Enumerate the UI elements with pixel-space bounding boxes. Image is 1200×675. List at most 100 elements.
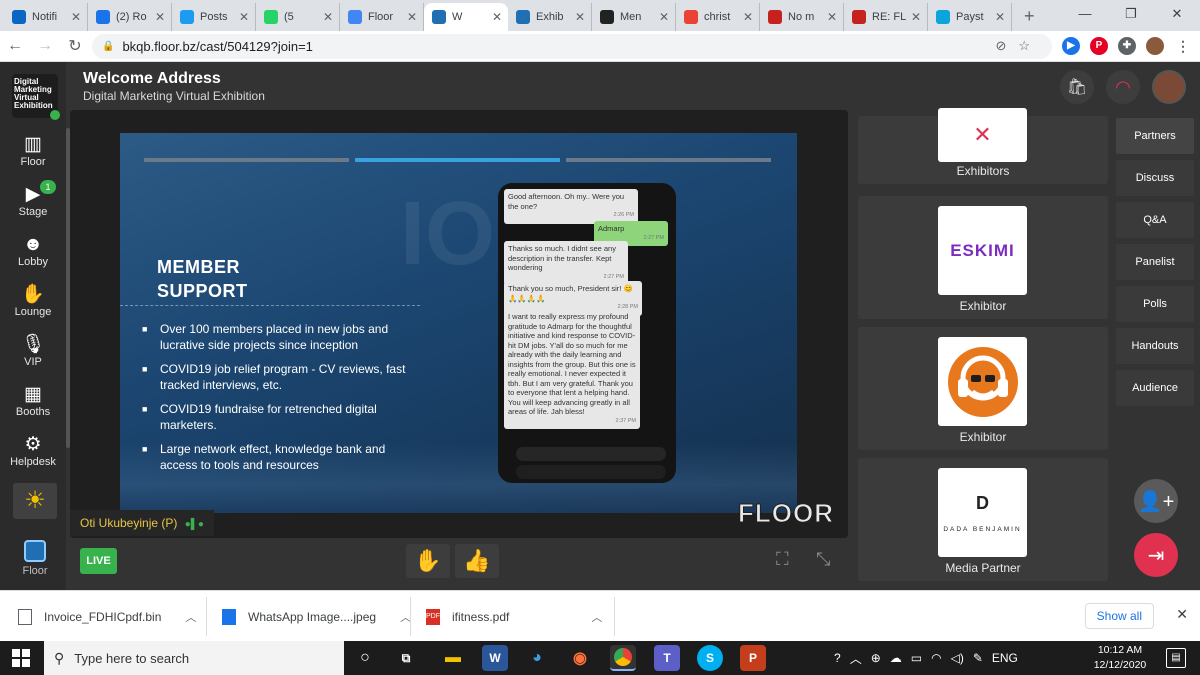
firefox-icon[interactable]: ◉ bbox=[567, 645, 593, 671]
browser-tab[interactable]: Men ✕ bbox=[592, 3, 676, 31]
show-hidden-icons[interactable]: ︿ bbox=[850, 650, 862, 667]
bookmark-star-icon[interactable]: ⊘☆ bbox=[995, 38, 1042, 54]
nav-item-vip[interactable]: 🎙 VIP bbox=[0, 334, 66, 368]
pinterest-extension-icon[interactable]: P bbox=[1090, 37, 1108, 55]
pen-icon[interactable]: ✎ bbox=[973, 651, 983, 665]
add-user-button[interactable]: 👤+ bbox=[1134, 479, 1178, 523]
chrome-icon[interactable] bbox=[610, 645, 636, 671]
download-item[interactable]: Invoice_FDHICpdf.bin ︿ bbox=[18, 591, 196, 642]
close-window-icon[interactable]: ✕ bbox=[1154, 0, 1200, 28]
zoom-extension-icon[interactable]: ▶ bbox=[1062, 37, 1080, 55]
cortana-icon[interactable]: ○ bbox=[352, 645, 378, 671]
taskbar-search[interactable]: ⚲ Type here to search bbox=[44, 641, 344, 675]
skype-icon[interactable]: S bbox=[697, 645, 723, 671]
language-indicator[interactable]: ENG bbox=[992, 651, 1018, 665]
close-tab-icon[interactable]: ✕ bbox=[659, 10, 669, 24]
close-tab-icon[interactable]: ✕ bbox=[827, 10, 837, 24]
lock-icon[interactable]: 🔒 bbox=[102, 41, 114, 52]
sponsor-card[interactable]: Exhibitor bbox=[858, 327, 1108, 450]
browser-tab[interactable]: (2) Ro ✕ bbox=[88, 3, 172, 31]
close-tab-icon[interactable]: ✕ bbox=[323, 10, 333, 24]
close-tab-icon[interactable]: ✕ bbox=[492, 10, 502, 24]
download-item[interactable]: WhatsApp Image....jpeg ︿ bbox=[222, 591, 411, 642]
browser-tab[interactable]: RE: FL ✕ bbox=[844, 3, 928, 31]
sponsor-card[interactable]: ESKIMI Exhibitor bbox=[858, 196, 1108, 319]
download-item[interactable]: PDF ifitness.pdf ︿ bbox=[426, 591, 602, 642]
new-tab-icon[interactable]: + bbox=[1024, 6, 1035, 27]
fullscreen-icon[interactable]: ⛶ bbox=[776, 549, 789, 570]
raise-hand-button[interactable]: ✋ bbox=[406, 544, 450, 578]
close-tab-icon[interactable]: ✕ bbox=[743, 10, 753, 24]
reload-icon[interactable]: ↻ bbox=[60, 36, 90, 56]
network-signal-icon[interactable]: ◠ bbox=[1106, 70, 1140, 104]
onedrive-icon[interactable]: ☁ bbox=[890, 651, 902, 665]
browser-tab[interactable]: Payst ✕ bbox=[928, 3, 1012, 31]
close-tab-icon[interactable]: ✕ bbox=[995, 10, 1005, 24]
menu-kebab-icon[interactable]: ⋮ bbox=[1174, 37, 1192, 55]
close-tab-icon[interactable]: ✕ bbox=[575, 10, 585, 24]
theme-toggle-sun-icon[interactable]: ☀ bbox=[13, 483, 57, 519]
browser-tab[interactable]: Notifi ✕ bbox=[4, 3, 88, 31]
browser-tab[interactable]: Posts ✕ bbox=[172, 3, 256, 31]
minimize-icon[interactable]: — bbox=[1062, 0, 1108, 28]
word-icon[interactable]: W bbox=[482, 645, 508, 671]
thumbs-up-button[interactable]: 👍 bbox=[455, 544, 499, 578]
teams-icon[interactable]: T bbox=[654, 645, 680, 671]
tab-audience[interactable]: Audience bbox=[1116, 370, 1194, 406]
nav-item-stage[interactable]: ▶ Stage 1 bbox=[0, 180, 66, 218]
battery-icon[interactable]: ▭ bbox=[911, 651, 922, 665]
chevron-up-icon[interactable]: ︿ bbox=[591, 609, 602, 625]
file-explorer-icon[interactable]: ▬ bbox=[440, 645, 466, 671]
show-all-button[interactable]: Show all bbox=[1084, 603, 1154, 629]
close-icon[interactable]: ✕ bbox=[1176, 606, 1188, 623]
browser-tab[interactable]: Floor ✕ bbox=[340, 3, 424, 31]
help-icon[interactable]: ? bbox=[834, 651, 841, 665]
chevron-up-icon[interactable]: ︿ bbox=[185, 609, 196, 625]
tab-polls[interactable]: Polls bbox=[1116, 286, 1194, 322]
nav-item-floor[interactable]: ▥ Floor bbox=[0, 134, 66, 168]
nav-item-lounge[interactable]: ✋ Lounge bbox=[0, 284, 66, 318]
sponsor-card[interactable]: D DADA BENJAMIN Media Partner bbox=[858, 458, 1108, 581]
powerpoint-icon[interactable]: P bbox=[740, 645, 766, 671]
address-bar[interactable]: 🔒 bkqb.floor.bz/cast/504129?join=1 ⊘☆ bbox=[92, 34, 1052, 59]
user-avatar[interactable] bbox=[1152, 70, 1186, 104]
profile-avatar-icon[interactable] bbox=[1146, 37, 1164, 55]
event-logo[interactable]: Digital Marketing Virtual Exhibition bbox=[12, 74, 60, 120]
nav-item-lobby[interactable]: ☻ Lobby bbox=[0, 234, 66, 268]
tab-qa[interactable]: Q&A bbox=[1116, 202, 1194, 238]
windows-start-icon[interactable] bbox=[12, 649, 30, 667]
back-icon[interactable]: ← bbox=[0, 37, 30, 55]
taskbar-clock[interactable]: 10:12 AM 12/12/2020 bbox=[1090, 643, 1150, 673]
tab-partners[interactable]: Partners bbox=[1116, 118, 1194, 154]
nav-item-helpdesk[interactable]: ⚙ Helpdesk bbox=[0, 434, 66, 468]
close-tab-icon[interactable]: ✕ bbox=[239, 10, 249, 24]
tab-panelist[interactable]: Panelist bbox=[1116, 244, 1194, 280]
edge-icon[interactable]: ◕ bbox=[524, 645, 550, 671]
browser-tab[interactable]: No m ✕ bbox=[760, 3, 844, 31]
tab-discuss[interactable]: Discuss bbox=[1116, 160, 1194, 196]
task-view-icon[interactable]: ⧉ bbox=[393, 645, 419, 671]
browser-tab[interactable]: (5 ✕ bbox=[256, 3, 340, 31]
nav-item-booths[interactable]: ▦ Booths bbox=[0, 384, 66, 418]
shopping-bag-icon[interactable]: 🛍 bbox=[1060, 70, 1094, 104]
close-tab-icon[interactable]: ✕ bbox=[911, 10, 921, 24]
floor-home-button[interactable]: Floor bbox=[12, 540, 58, 577]
volume-icon[interactable]: ◁) bbox=[951, 651, 964, 665]
exit-fullscreen-icon[interactable]: ⤡ bbox=[816, 549, 830, 570]
close-tab-icon[interactable]: ✕ bbox=[71, 10, 81, 24]
wifi-icon[interactable]: ◠ bbox=[931, 651, 941, 665]
exit-button[interactable]: ⇥ bbox=[1134, 533, 1178, 577]
tab-handouts[interactable]: Handouts bbox=[1116, 328, 1194, 364]
close-tab-icon[interactable]: ✕ bbox=[407, 10, 417, 24]
sponsor-card[interactable]: ✕ Exhibitors bbox=[858, 108, 1108, 184]
browser-tab[interactable]: W ✕ bbox=[424, 3, 508, 31]
tray-app-icon[interactable]: ⊕ bbox=[871, 651, 881, 665]
notifications-icon[interactable]: ▤ bbox=[1166, 648, 1186, 668]
stage-video[interactable]: IO MEMBER SUPPORT Over 100 members place… bbox=[70, 110, 848, 538]
extensions-puzzle-icon[interactable]: ✚ bbox=[1118, 37, 1136, 55]
browser-tab[interactable]: christ ✕ bbox=[676, 3, 760, 31]
restore-icon[interactable]: ❐ bbox=[1108, 0, 1154, 28]
close-tab-icon[interactable]: ✕ bbox=[155, 10, 165, 24]
forward-icon[interactable]: → bbox=[30, 37, 60, 55]
browser-tab[interactable]: Exhib ✕ bbox=[508, 3, 592, 31]
